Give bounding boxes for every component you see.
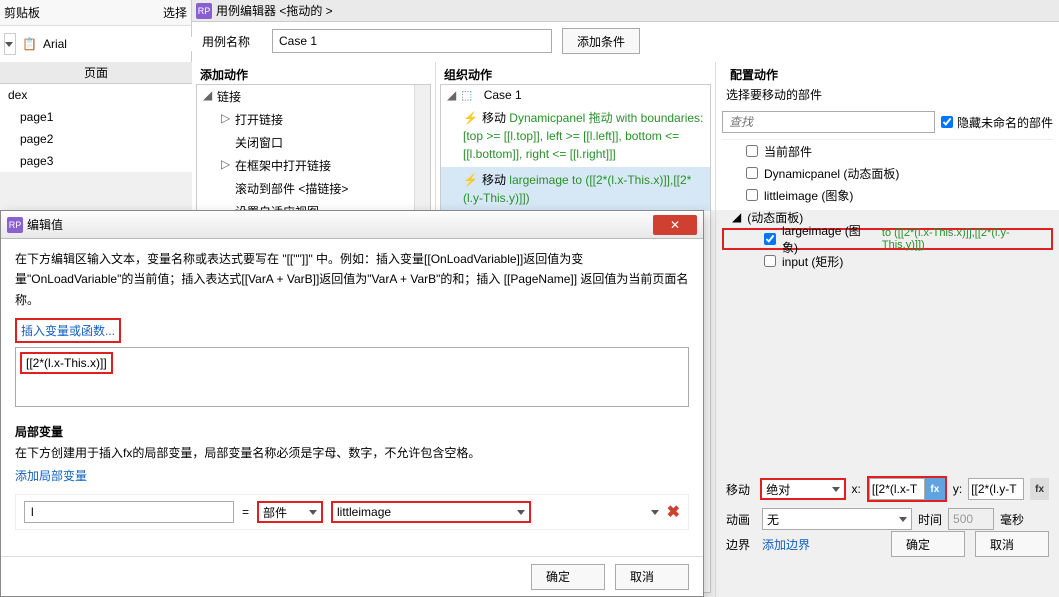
localvar-desc: 在下方创建用于插入fx的局部变量，局部变量名称必须是字母、数字，不允许包含空格。 bbox=[15, 444, 689, 463]
edit-value-dialog: RP 编辑值 ✕ 在下方编辑区输入文本，变量名称或表达式要写在 "[[""]]"… bbox=[0, 210, 704, 597]
page-item[interactable]: page1 bbox=[0, 106, 192, 128]
y-input[interactable] bbox=[968, 478, 1024, 500]
action-item[interactable]: ⚡移动 Dynamicpanel 拖动 with boundaries: [to… bbox=[441, 105, 710, 167]
main-footer: 确定 取消 bbox=[891, 531, 1049, 557]
hide-unnamed-checkbox[interactable]: 隐藏未命名的部件 bbox=[941, 114, 1053, 131]
dialog-title-text: 编辑值 bbox=[27, 216, 63, 233]
time-unit: 毫秒 bbox=[1000, 511, 1024, 528]
pages-panel: 页面 dex page1 page2 page3 bbox=[0, 62, 192, 172]
time-label: 时间 bbox=[918, 511, 942, 528]
expression-textarea[interactable]: [[2*(l.x-This.x)]] bbox=[15, 347, 689, 407]
move-type-combo[interactable]: 绝对 bbox=[760, 478, 845, 500]
page-item[interactable]: page3 bbox=[0, 150, 192, 172]
bolt-icon: ⚡ bbox=[463, 173, 478, 187]
page-index[interactable]: dex bbox=[0, 84, 192, 106]
close-icon[interactable]: ✕ bbox=[653, 215, 697, 235]
case-name-label: 用例名称 bbox=[202, 33, 262, 50]
select-widget-label: 选择要移动的部件 bbox=[722, 84, 1053, 105]
widget-search-input[interactable] bbox=[722, 111, 935, 133]
dialog-description: 在下方编辑区输入文本，变量名称或表达式要写在 "[[""]]" 中。例如：插入变… bbox=[15, 249, 689, 310]
add-localvar-link[interactable]: 添加局部变量 bbox=[15, 467, 87, 484]
anim-label: 动画 bbox=[726, 511, 756, 528]
widget-list: 当前部件 Dynamicpanel (动态面板) littleimage (图象… bbox=[722, 139, 1053, 272]
top-toolbar: 剪贴板 选择 📋 bbox=[0, 0, 192, 62]
action-item-selected[interactable]: ⚡移动 largeimage to ([[2*(l.x-This.x)]],[[… bbox=[441, 167, 710, 211]
config-header: 配置动作 bbox=[722, 62, 1053, 84]
font-name-input[interactable] bbox=[43, 37, 198, 51]
case-node[interactable]: ◢⬚ Case 1 bbox=[441, 85, 710, 105]
tree-group-links[interactable]: ◢链接 bbox=[197, 85, 430, 108]
case-editor-title: RP 用例编辑器 <拖动的 > bbox=[192, 0, 1059, 22]
widget-item[interactable]: Dynamicpanel (动态面板) bbox=[722, 162, 1053, 184]
tree-item[interactable]: 关闭窗口 bbox=[215, 131, 430, 154]
y-label: y: bbox=[953, 482, 962, 496]
localvar-row: = 部件 littleimage ✖ bbox=[15, 494, 689, 530]
bounds-label: 边界 bbox=[726, 536, 756, 553]
widget-item[interactable]: input (矩形) bbox=[722, 250, 1053, 272]
time-input[interactable] bbox=[948, 508, 994, 530]
add-actions-header: 添加动作 bbox=[192, 62, 435, 84]
localvar-name-input[interactable] bbox=[24, 501, 234, 523]
localvar-type-combo[interactable]: 部件 bbox=[257, 501, 323, 523]
delete-localvar-icon[interactable]: ✖ bbox=[667, 502, 680, 522]
page-item[interactable]: page2 bbox=[0, 128, 192, 150]
case-name-input[interactable] bbox=[272, 29, 552, 53]
tree-item[interactable]: ▷打开链接 bbox=[215, 108, 430, 131]
x-input[interactable] bbox=[869, 478, 925, 500]
localvar-header: 局部变量 bbox=[15, 423, 689, 440]
equals-label: = bbox=[242, 505, 249, 519]
org-actions-header: 组织动作 bbox=[436, 62, 715, 84]
select-label: 选择 bbox=[163, 4, 187, 21]
dialog-footer: 确定 取消 bbox=[1, 556, 703, 596]
cancel-button[interactable]: 取消 bbox=[975, 531, 1049, 557]
add-condition-button[interactable]: 添加条件 bbox=[562, 28, 640, 54]
tree-item[interactable]: ▷在框架中打开链接 bbox=[215, 154, 430, 177]
clipboard-label: 剪贴板 bbox=[4, 4, 40, 21]
fx-button-y[interactable]: fx bbox=[1030, 478, 1049, 500]
bolt-icon: ⚡ bbox=[463, 111, 478, 125]
insert-var-link[interactable]: 插入变量或函数... bbox=[15, 318, 121, 343]
x-label: x: bbox=[852, 482, 861, 496]
dialog-titlebar: RP 编辑值 ✕ bbox=[1, 211, 703, 239]
style-dropdown[interactable] bbox=[4, 33, 16, 55]
widget-group[interactable]: ◢(动态面板) bbox=[722, 206, 1053, 228]
pages-header: 页面 bbox=[0, 62, 192, 84]
add-bounds-link[interactable]: 添加边界 bbox=[762, 536, 810, 553]
ok-button[interactable]: 确定 bbox=[891, 531, 965, 557]
tree-item[interactable]: 滚动到部件 <描链接> bbox=[215, 177, 430, 200]
fx-button-x[interactable]: fx bbox=[925, 478, 945, 500]
move-label: 移动 bbox=[726, 481, 754, 498]
widget-item[interactable]: littleimage (图象) bbox=[722, 184, 1053, 206]
case-editor-title-text: 用例编辑器 <拖动的 > bbox=[216, 2, 333, 19]
paste-icon[interactable]: 📋 bbox=[22, 37, 37, 51]
rp-badge-icon: RP bbox=[196, 3, 212, 19]
rp-badge-icon: RP bbox=[7, 217, 23, 233]
widget-item[interactable]: 当前部件 bbox=[722, 140, 1053, 162]
expression-value: [[2*(l.x-This.x)]] bbox=[20, 352, 113, 374]
dialog-cancel-button[interactable]: 取消 bbox=[615, 564, 689, 590]
localvar-target-combo[interactable]: littleimage bbox=[331, 501, 531, 523]
anim-combo[interactable]: 无 bbox=[762, 508, 912, 530]
dialog-ok-button[interactable]: 确定 bbox=[531, 564, 605, 590]
chevron-down-icon[interactable] bbox=[651, 510, 659, 515]
widget-item-largeimage[interactable]: largeimage (图象) to ([[2*(l.x-This.x)]],[… bbox=[722, 228, 1053, 250]
